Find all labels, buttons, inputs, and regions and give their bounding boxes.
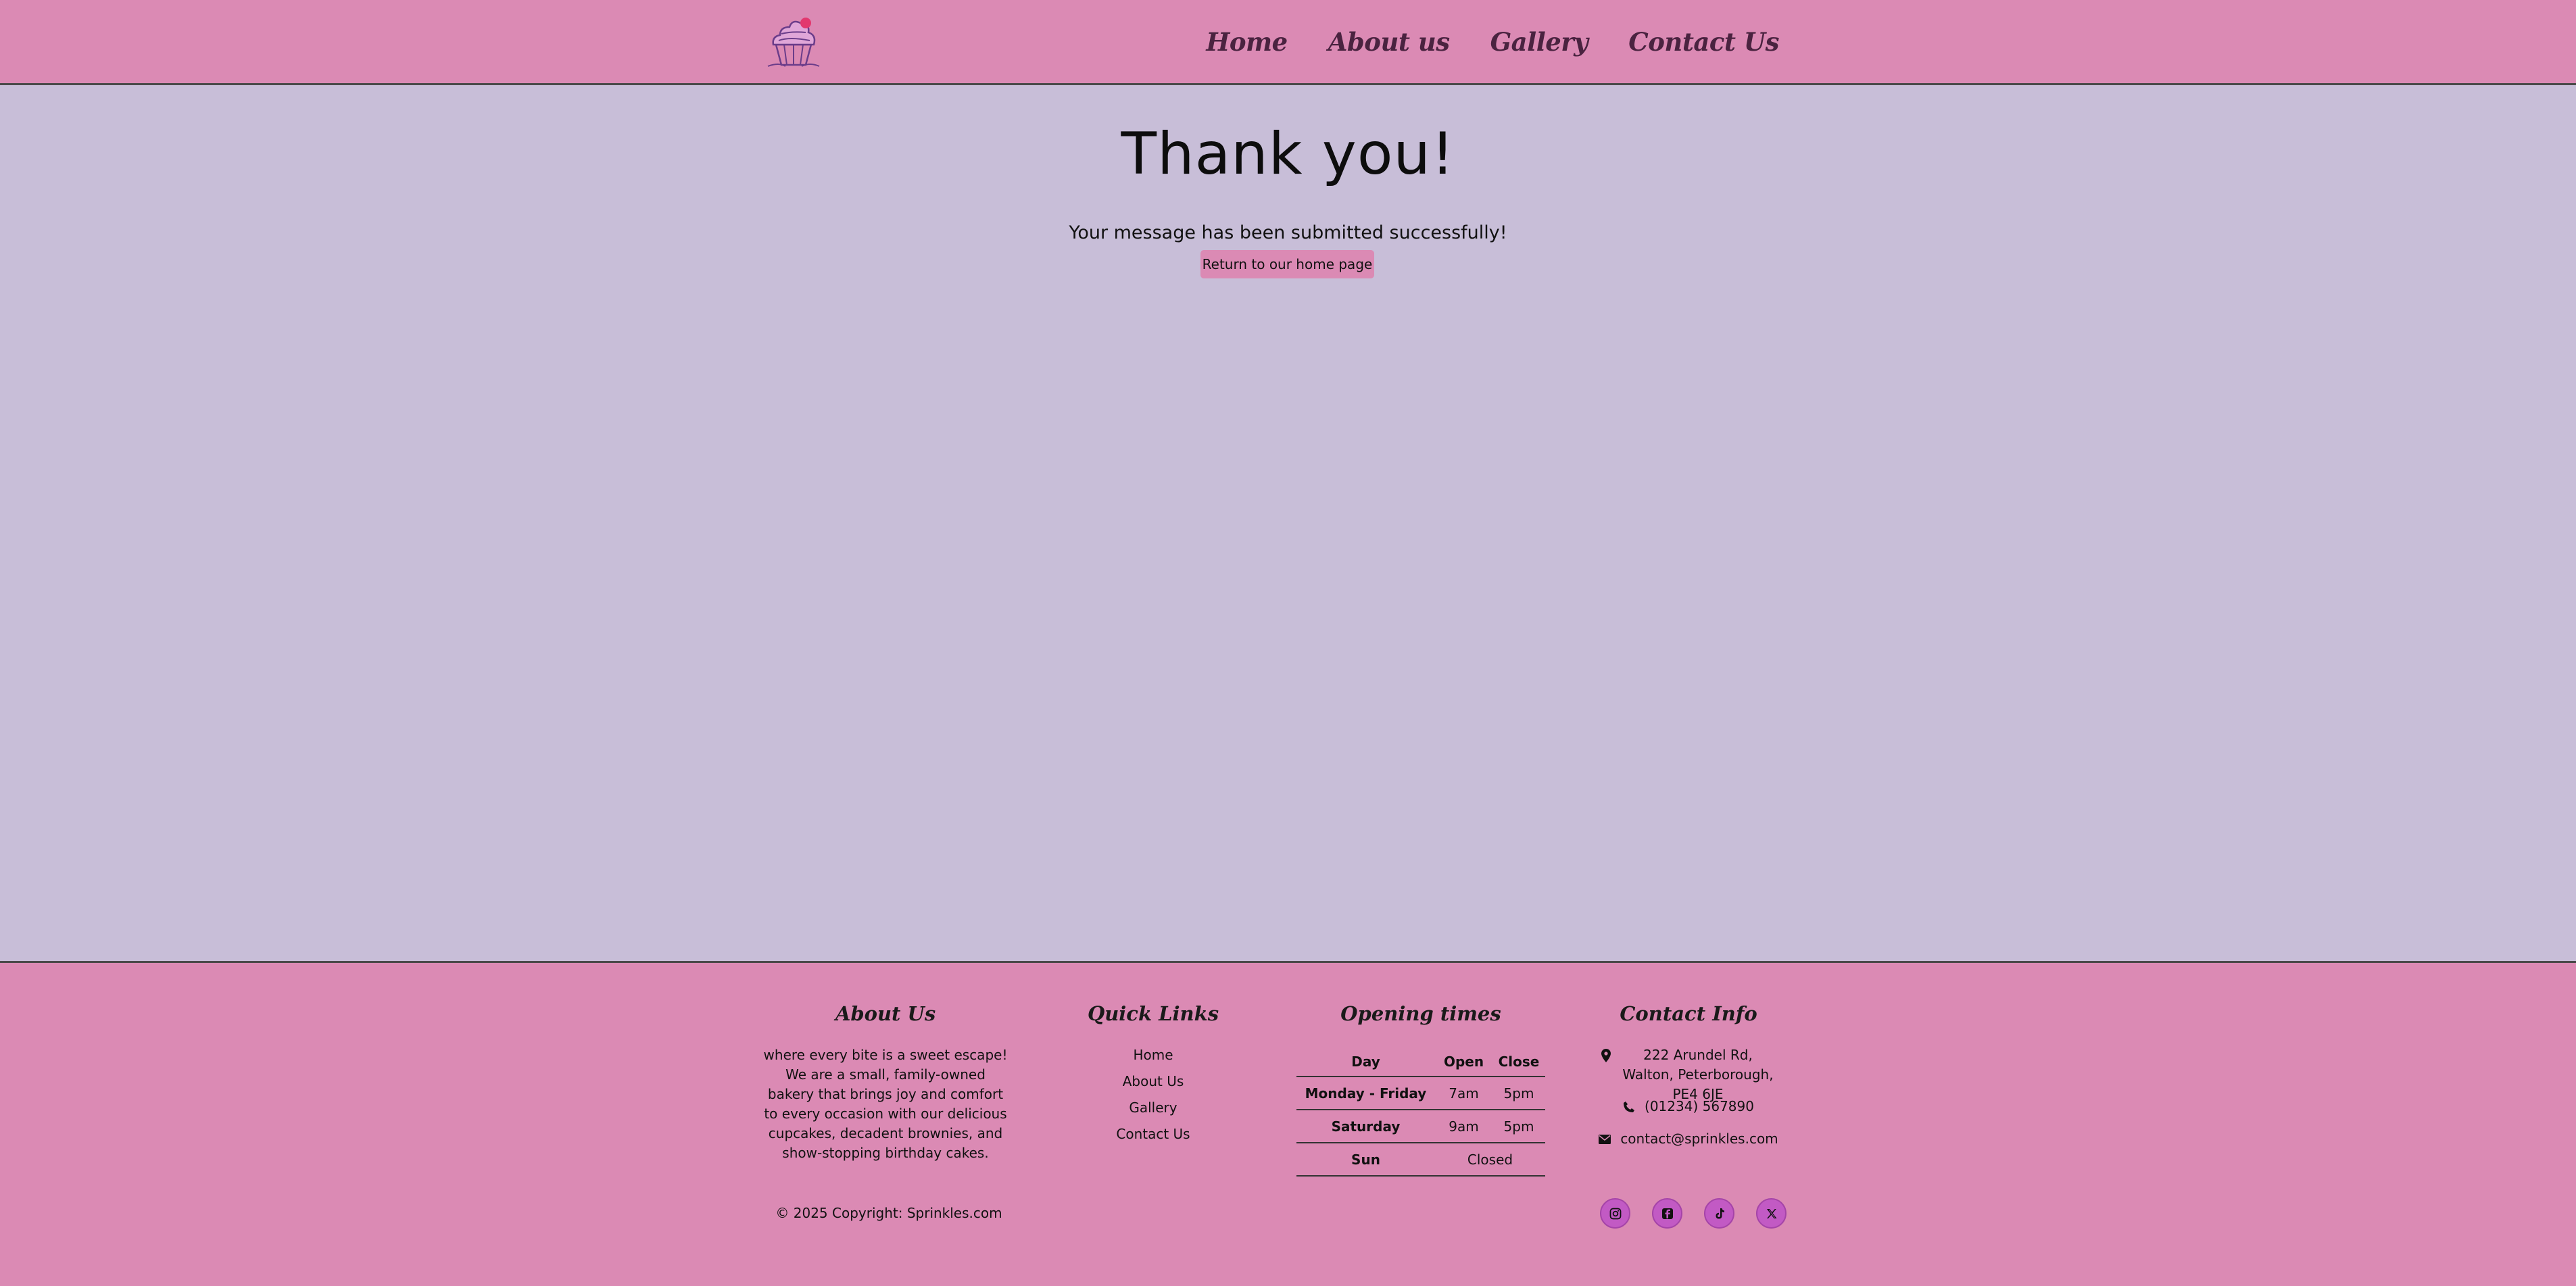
x-icon[interactable] bbox=[1756, 1198, 1787, 1229]
contact-email: contact@sprinkles.com bbox=[1582, 1129, 1795, 1149]
list-item: Gallery bbox=[1067, 1098, 1240, 1124]
contact-email-text: contact@sprinkles.com bbox=[1620, 1131, 1778, 1147]
table-cell-closed: Closed bbox=[1435, 1142, 1545, 1177]
table-cell-open: 7am bbox=[1435, 1076, 1492, 1110]
phone-icon bbox=[1623, 1097, 1635, 1116]
footer-link-home[interactable]: Home bbox=[1133, 1047, 1173, 1063]
column-header-open: Open bbox=[1443, 1053, 1484, 1070]
site-header: Home About us Gallery Contact Us bbox=[0, 0, 2576, 85]
table-row: Saturday 9am 5pm bbox=[1296, 1109, 1545, 1143]
footer-opening-times-heading: Opening times bbox=[1340, 1002, 1501, 1025]
success-message: Your message has been submitted successf… bbox=[1069, 222, 1507, 243]
contact-address-text: 222 Arundel Rd, Walton, Peterborough, PE… bbox=[1622, 1047, 1774, 1102]
table-row: Sun Closed bbox=[1296, 1142, 1545, 1177]
column-header-close: Close bbox=[1498, 1053, 1540, 1070]
opening-times-table: Day Open Close Monday - Friday 7am 5pm S… bbox=[1296, 1047, 1545, 1177]
footer-about-heading: About Us bbox=[835, 1002, 936, 1025]
envelope-icon bbox=[1599, 1129, 1611, 1149]
table-cell-day: Monday - Friday bbox=[1296, 1076, 1435, 1110]
contact-phone-text: (01234) 567890 bbox=[1645, 1098, 1754, 1114]
facebook-icon[interactable] bbox=[1652, 1198, 1682, 1229]
return-home-button[interactable]: Return to our home page bbox=[1200, 250, 1374, 278]
column-header-day: Day bbox=[1351, 1053, 1380, 1070]
footer-about-text: where every bite is a sweet escape! We a… bbox=[763, 1047, 1008, 1161]
nav-home[interactable]: Home bbox=[1206, 27, 1288, 57]
footer-link-gallery[interactable]: Gallery bbox=[1129, 1099, 1177, 1116]
contact-phone: (01234) 567890 bbox=[1582, 1097, 1795, 1116]
table-cell-day: Sun bbox=[1296, 1142, 1435, 1177]
nav-contact-us[interactable]: Contact Us bbox=[1628, 27, 1779, 57]
nav-about-us[interactable]: About us bbox=[1328, 27, 1450, 57]
main-nav: Home About us Gallery Contact Us bbox=[1206, 0, 1779, 83]
site-footer: About Us where every bite is a sweet esc… bbox=[0, 961, 2576, 1286]
list-item: Contact Us bbox=[1067, 1124, 1240, 1151]
copyright-text: © 2025 Copyright: Sprinkles.com bbox=[775, 1205, 1002, 1221]
list-item: Home bbox=[1067, 1045, 1240, 1072]
table-header-row: Day Open Close bbox=[1296, 1047, 1545, 1077]
social-links bbox=[1600, 1198, 1787, 1229]
main-content: Thank you! Your message has been submitt… bbox=[0, 85, 2576, 961]
contact-address: 222 Arundel Rd, Walton, Peterborough, PE… bbox=[1582, 1045, 1795, 1104]
table-cell-close: 5pm bbox=[1492, 1109, 1545, 1143]
header-inner: Home About us Gallery Contact Us bbox=[765, 0, 1779, 83]
instagram-icon[interactable] bbox=[1600, 1198, 1630, 1229]
footer-link-contact-us[interactable]: Contact Us bbox=[1116, 1126, 1190, 1142]
table-cell-close: 5pm bbox=[1492, 1076, 1545, 1110]
list-item: About Us bbox=[1067, 1072, 1240, 1098]
nav-gallery[interactable]: Gallery bbox=[1490, 27, 1588, 57]
table-row: Monday - Friday 7am 5pm bbox=[1296, 1076, 1545, 1110]
table-cell-day: Saturday bbox=[1296, 1109, 1435, 1143]
footer-contact-heading: Contact Info bbox=[1620, 1002, 1757, 1025]
cupcake-logo-icon[interactable] bbox=[765, 14, 822, 69]
footer-quick-links-heading: Quick Links bbox=[1087, 1002, 1219, 1025]
table-cell-open: 9am bbox=[1435, 1109, 1492, 1143]
page-title: Thank you! bbox=[1121, 120, 1455, 188]
footer-link-about-us[interactable]: About Us bbox=[1123, 1073, 1184, 1089]
quick-links-list: Home About Us Gallery Contact Us bbox=[1067, 1045, 1240, 1151]
map-pin-icon bbox=[1601, 1045, 1611, 1065]
tiktok-icon[interactable] bbox=[1704, 1198, 1734, 1229]
